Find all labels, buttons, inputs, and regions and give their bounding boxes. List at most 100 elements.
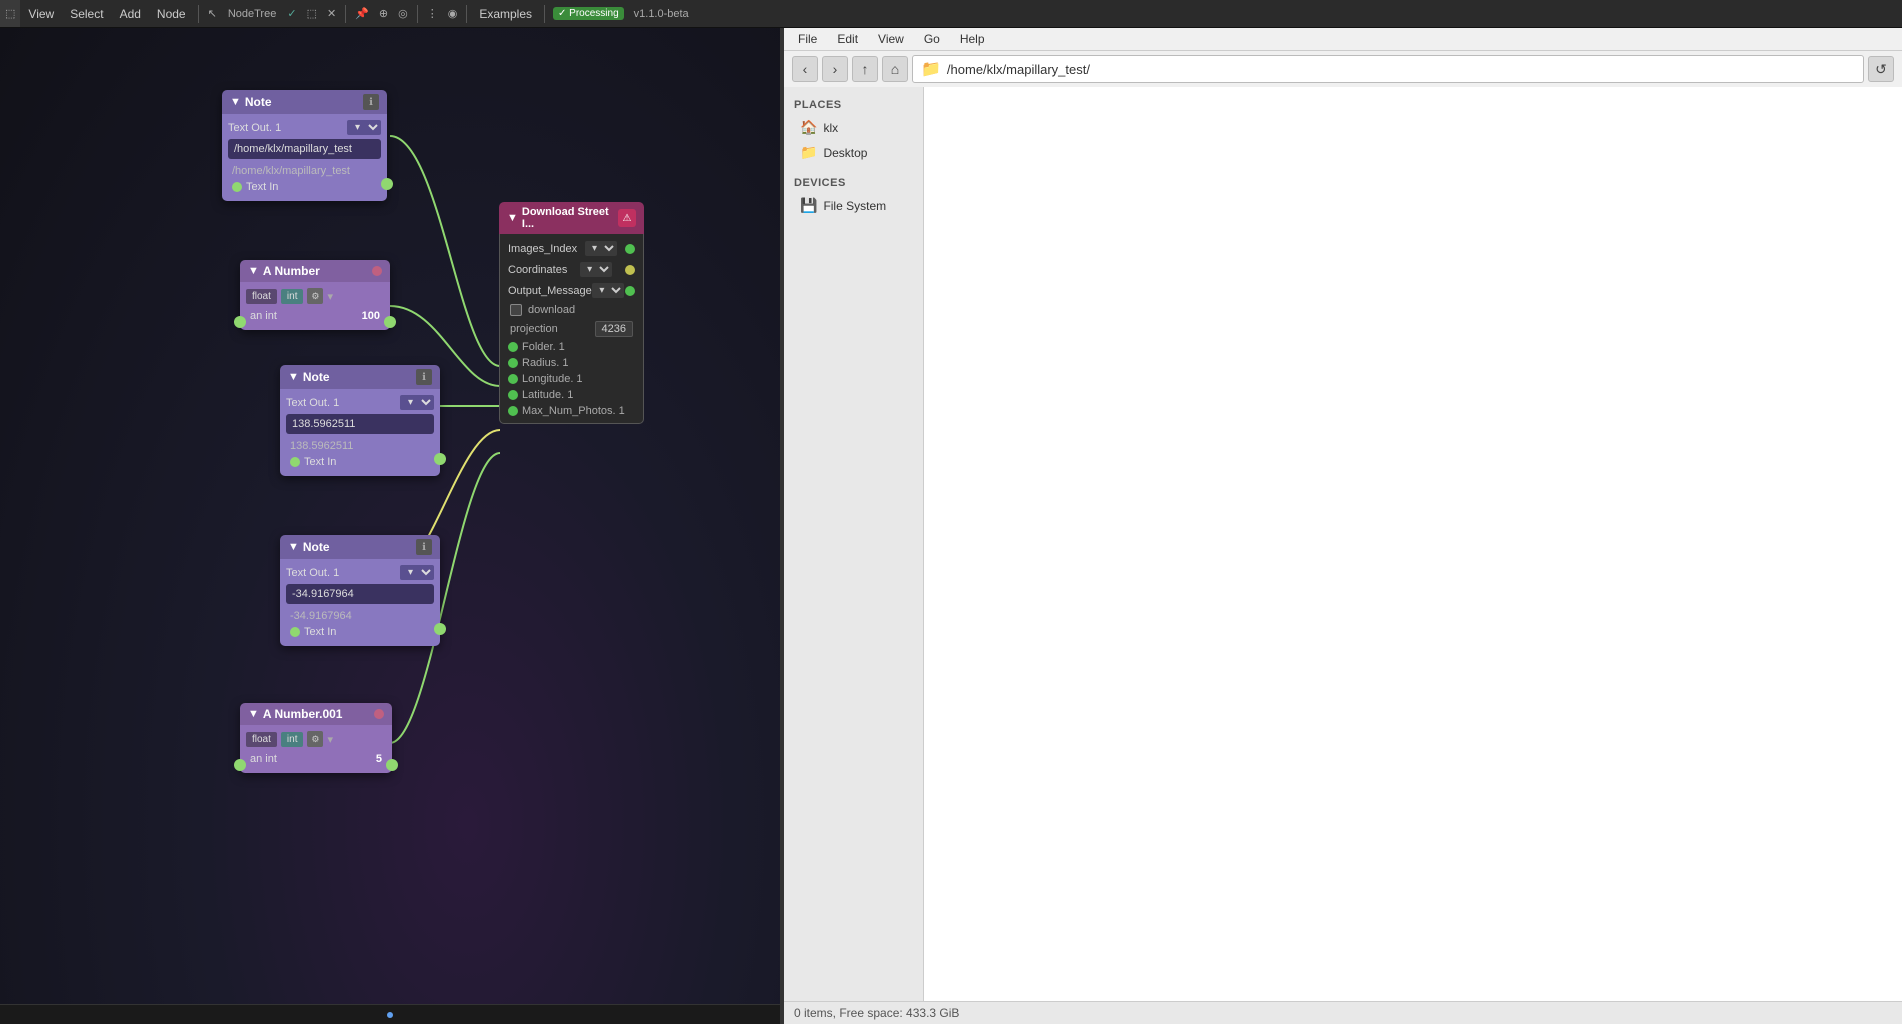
nodetree-label: NodeTree (222, 0, 283, 27)
images-dropdown[interactable]: ▾ (585, 241, 617, 256)
download-header[interactable]: ▼ Download Street I... ⚠ (499, 202, 644, 234)
number1-header[interactable]: ▼ A Number (240, 260, 390, 282)
note3-output-socket (434, 623, 446, 635)
note1-textbox[interactable] (228, 139, 381, 159)
int-btn2[interactable]: int (281, 732, 304, 747)
note3-output-dropdown[interactable]: ▾ (400, 565, 434, 580)
top-menubar: ⬚ View Select Add Node ↖ NodeTree ✓ ⬚ ✕ … (0, 0, 1902, 28)
dl-input-longitude: Longitude. 1 (504, 371, 639, 387)
number2-title: A Number.001 (263, 707, 370, 721)
sidebar-item-desktop[interactable]: 📁 Desktop (784, 140, 923, 165)
note-node-2[interactable]: ▼ Note ℹ Text Out. 1 ▾ 138.5962511 Text … (280, 365, 440, 476)
number1-type-row: float int ⚙ ▾ (246, 288, 384, 304)
forward-button[interactable]: › (822, 56, 848, 82)
note2-output-label: Text Out. 1 (286, 397, 339, 409)
fb-status-bar: 0 items, Free space: 433.3 GiB (784, 1001, 1902, 1024)
examples-btn[interactable]: Examples (471, 0, 540, 27)
radius-socket (508, 358, 518, 368)
float-btn[interactable]: float (246, 289, 277, 304)
gear-icon2[interactable]: ⚙ (307, 731, 323, 747)
note2-input-label: Text In (304, 456, 336, 468)
separator4 (466, 5, 467, 23)
status-dot (387, 1012, 393, 1018)
fb-menu-edit[interactable]: Edit (827, 28, 868, 50)
number2-header[interactable]: ▼ A Number.001 (240, 703, 392, 725)
note-node-3[interactable]: ▼ Note ℹ Text Out. 1 ▾ -34.9167964 Text … (280, 535, 440, 646)
check-icon[interactable]: ✓ (282, 0, 301, 27)
fb-sidebar: Places 🏠 klx 📁 Desktop Devices 💾 File Sy… (784, 87, 924, 1001)
number-node-1[interactable]: ▼ A Number float int ⚙ ▾ an int 100 (240, 260, 390, 330)
number-node-2[interactable]: ▼ A Number.001 float int ⚙ ▾ an int 5 (240, 703, 392, 773)
path-bar[interactable]: 📁 /home/klx/mapillary_test/ (912, 55, 1864, 83)
menu-add[interactable]: Add (112, 0, 149, 27)
home-icon: 🏠 (800, 119, 817, 136)
info-icon[interactable]: ℹ (416, 369, 432, 385)
node-editor-status (0, 1004, 780, 1024)
note3-input-label: Text In (304, 626, 336, 638)
longitude-socket (508, 374, 518, 384)
number1-value-label: an int (250, 310, 277, 322)
number1-input-socket (234, 316, 246, 328)
up-button[interactable]: ↑ (852, 56, 878, 82)
fb-menu-file[interactable]: File (788, 28, 827, 50)
download-checkbox[interactable] (510, 304, 522, 316)
cursor-icon[interactable]: ⬚ (0, 0, 20, 27)
dot-matrix-icon[interactable]: ⋮ (422, 0, 443, 27)
input-socket-note3 (290, 627, 300, 637)
refresh-button[interactable]: ↺ (1868, 56, 1894, 82)
fb-menu-help[interactable]: Help (950, 28, 995, 50)
menu-select[interactable]: Select (62, 0, 111, 27)
transform-icon[interactable]: ⊕ (374, 0, 393, 27)
dropdown-arrow2[interactable]: ▾ (327, 733, 333, 746)
note1-text-in: Text In (228, 179, 381, 195)
output-msg-dropdown[interactable]: ▾ (592, 283, 624, 298)
close-icon[interactable]: ✕ (322, 0, 341, 27)
info-icon[interactable]: ℹ (363, 94, 379, 110)
note1-title: Note (245, 95, 359, 109)
collapse-arrow[interactable]: ▼ (288, 371, 299, 383)
fb-body: Places 🏠 klx 📁 Desktop Devices 💾 File Sy… (784, 87, 1902, 1001)
sidebar-item-klx[interactable]: 🏠 klx (784, 115, 923, 140)
download-body: Images_Index ▾ Coordinates ▾ Output_Mess… (499, 234, 644, 424)
fb-main-area[interactable] (924, 87, 1902, 1001)
dropdown-arrow[interactable]: ▾ (327, 290, 333, 303)
note3-title: Note (303, 540, 412, 554)
back-button[interactable]: ‹ (792, 56, 818, 82)
collapse-arrow[interactable]: ▼ (230, 96, 241, 108)
note2-output-socket (434, 453, 446, 465)
collapse-arrow[interactable]: ▼ (507, 212, 518, 224)
note2-textbox[interactable] (286, 414, 434, 434)
sidebar-item-filesystem[interactable]: 💾 File System (784, 193, 923, 218)
note2-header[interactable]: ▼ Note ℹ (280, 365, 440, 389)
fb-menu-go[interactable]: Go (914, 28, 950, 50)
note3-textbox[interactable] (286, 584, 434, 604)
menu-view[interactable]: View (20, 0, 62, 27)
info-icon[interactable]: ℹ (416, 539, 432, 555)
float-btn2[interactable]: float (246, 732, 277, 747)
pin-icon[interactable]: 📌 (350, 0, 374, 27)
download-node[interactable]: ▼ Download Street I... ⚠ Images_Index ▾ … (499, 202, 644, 424)
circle-icon[interactable]: ◉ (443, 0, 463, 27)
projection-value[interactable]: 4236 (595, 321, 633, 337)
menu-node[interactable]: Node (149, 0, 194, 27)
note1-output-dropdown[interactable]: ▾ (347, 120, 381, 135)
coords-dropdown[interactable]: ▾ (580, 262, 612, 277)
msg-socket (625, 286, 635, 296)
node-editor[interactable]: ▼ Note ℹ Text Out. 1 ▾ /home/klx/mapilla… (0, 28, 780, 1024)
note2-output-dropdown[interactable]: ▾ (400, 395, 434, 410)
int-btn[interactable]: int (281, 289, 304, 304)
cursor-mode-icon[interactable]: ↖ (203, 0, 222, 27)
collapse-arrow[interactable]: ▼ (248, 265, 259, 277)
note1-header[interactable]: ▼ Note ℹ (222, 90, 387, 114)
output-msg-label: Output_Message (508, 285, 592, 297)
collapse-arrow[interactable]: ▼ (288, 541, 299, 553)
note3-header[interactable]: ▼ Note ℹ (280, 535, 440, 559)
note-node-1[interactable]: ▼ Note ℹ Text Out. 1 ▾ /home/klx/mapilla… (222, 90, 387, 201)
fb-menu-view[interactable]: View (868, 28, 914, 50)
note3-output-label: Text Out. 1 (286, 567, 339, 579)
view-icon[interactable]: ◎ (393, 0, 413, 27)
gear-icon[interactable]: ⚙ (307, 288, 323, 304)
collapse-arrow[interactable]: ▼ (248, 708, 259, 720)
home-button[interactable]: ⌂ (882, 56, 908, 82)
layers-icon[interactable]: ⬚ (302, 0, 322, 27)
